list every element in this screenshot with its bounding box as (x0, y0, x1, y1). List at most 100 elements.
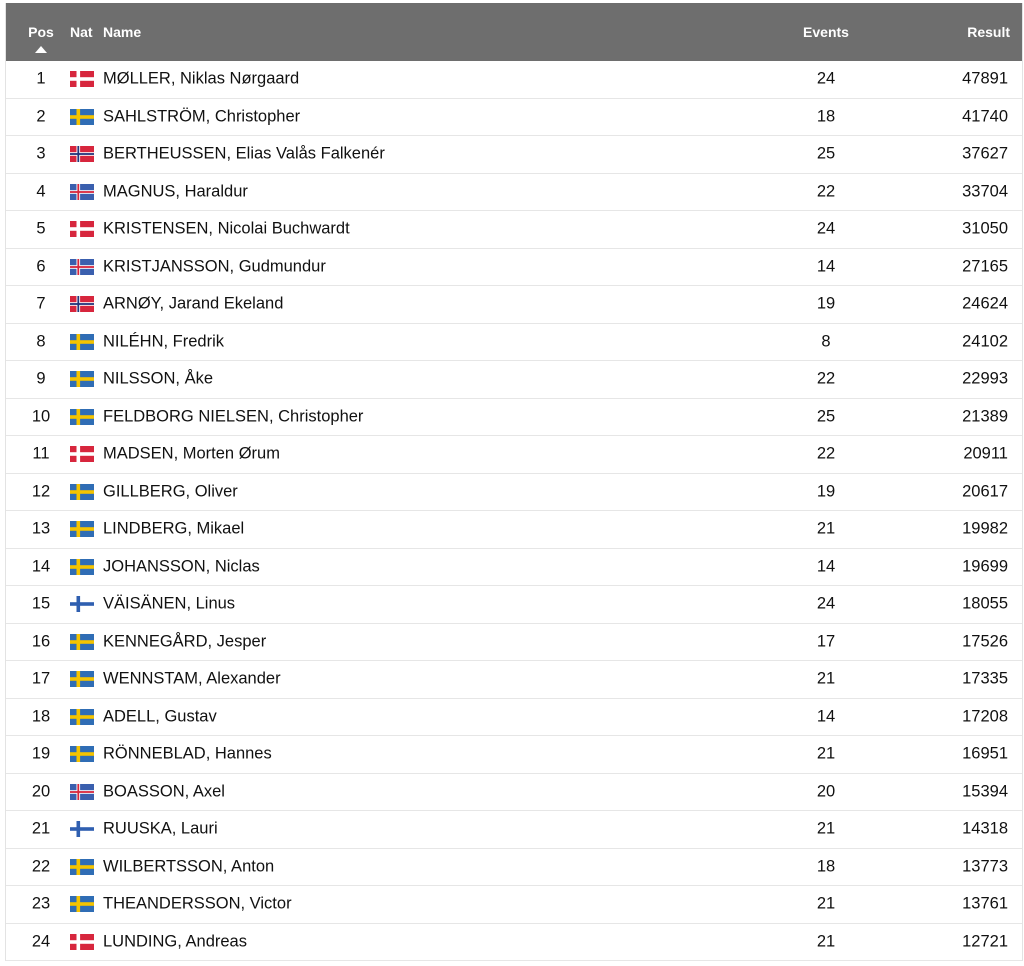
table-row[interactable]: 2 SAHLSTRÖM, Christopher 18 41740 (6, 99, 1022, 136)
events-count: 14 (816, 257, 836, 276)
flag-nor-icon (70, 146, 94, 163)
athlete-name[interactable]: FELDBORG NIELSEN, Christopher (103, 407, 363, 426)
table-row[interactable]: 14 JOHANSSON, Niclas 14 19699 (6, 549, 1022, 586)
events-count: 17 (816, 632, 836, 651)
events-count: 19 (816, 294, 836, 313)
flag-swe-icon (70, 558, 94, 575)
flag-isl-icon (70, 783, 94, 800)
athlete-name[interactable]: NILSSON, Åke (103, 370, 213, 389)
row-position: 8 (36, 332, 46, 351)
result-points: 18055 (962, 594, 1008, 613)
athlete-name[interactable]: KRISTJANSSON, Gudmundur (103, 257, 326, 276)
table-row[interactable]: 11 MADSEN, Morten Ørum 22 20911 (6, 436, 1022, 474)
row-position: 16 (31, 632, 51, 651)
table-row[interactable]: 5 KRISTENSEN, Nicolai Buchwardt 24 31050 (6, 211, 1022, 249)
athlete-name[interactable]: KENNEGÅRD, Jesper (103, 632, 266, 651)
result-points: 13773 (962, 857, 1008, 876)
athlete-name[interactable]: BERTHEUSSEN, Elias Valås Falkenér (103, 145, 385, 164)
athlete-name[interactable]: LUNDING, Andreas (103, 932, 247, 951)
table-row[interactable]: 16 KENNEGÅRD, Jesper 17 17526 (6, 624, 1022, 661)
athlete-name[interactable]: VÄISÄNEN, Linus (103, 595, 235, 614)
table-row[interactable]: 22 WILBERTSSON, Anton 18 13773 (6, 849, 1022, 886)
flag-den-icon (70, 71, 94, 88)
events-count: 8 (821, 332, 831, 351)
athlete-name[interactable]: KRISTENSEN, Nicolai Buchwardt (103, 220, 350, 239)
athlete-name[interactable]: SAHLSTRÖM, Christopher (103, 107, 300, 126)
table-row[interactable]: 13 LINDBERG, Mikael 21 19982 (6, 511, 1022, 549)
row-position: 18 (31, 707, 51, 726)
flag-swe-icon (70, 671, 94, 688)
table-row[interactable]: 8 NILÉHN, Fredrik 8 24102 (6, 324, 1022, 361)
row-position: 15 (31, 594, 51, 613)
table-row[interactable]: 17 WENNSTAM, Alexander 21 17335 (6, 661, 1022, 699)
result-points: 17526 (962, 632, 1008, 651)
row-position: 11 (32, 444, 50, 463)
result-points: 31050 (962, 219, 1008, 238)
athlete-name[interactable]: BOASSON, Axel (103, 782, 225, 801)
flag-swe-icon (70, 408, 94, 425)
athlete-name[interactable]: MØLLER, Niklas Nørgaard (103, 70, 299, 89)
table-row[interactable]: 7 ARNØY, Jarand Ekeland 19 24624 (6, 286, 1022, 324)
table-row[interactable]: 21 RUUSKA, Lauri 21 14318 (6, 811, 1022, 849)
column-header-events[interactable]: Events (786, 24, 866, 40)
result-points: 22993 (962, 369, 1008, 388)
table-row[interactable]: 18 ADELL, Gustav 14 17208 (6, 699, 1022, 736)
events-count: 24 (816, 594, 836, 613)
column-header-nat[interactable]: Nat (70, 24, 93, 40)
athlete-name[interactable]: LINDBERG, Mikael (103, 520, 244, 539)
result-points: 20617 (962, 482, 1008, 501)
result-points: 15394 (962, 782, 1008, 801)
row-position: 10 (31, 407, 51, 426)
row-position: 24 (31, 932, 51, 951)
flag-swe-icon (70, 521, 94, 538)
events-count: 21 (816, 819, 836, 838)
table-row[interactable]: 23 THEANDERSSON, Victor 21 13761 (6, 886, 1022, 924)
table-row[interactable]: 12 GILLBERG, Oliver 19 20617 (6, 474, 1022, 511)
result-points: 37627 (962, 144, 1008, 163)
column-header-pos[interactable]: Pos (26, 24, 56, 40)
result-points: 33704 (962, 182, 1008, 201)
athlete-name[interactable]: WENNSTAM, Alexander (103, 670, 281, 689)
flag-swe-icon (70, 708, 94, 725)
column-header-result[interactable]: Result (967, 24, 1010, 40)
athlete-name[interactable]: NILÉHN, Fredrik (103, 332, 224, 351)
events-count: 20 (816, 782, 836, 801)
column-header-name[interactable]: Name (103, 24, 141, 40)
table-row[interactable]: 4 MAGNUS, Haraldur 22 33704 (6, 174, 1022, 211)
events-count: 21 (816, 932, 836, 951)
athlete-name[interactable]: JOHANSSON, Niclas (103, 557, 260, 576)
athlete-name[interactable]: MADSEN, Morten Ørum (103, 445, 280, 464)
athlete-name[interactable]: ADELL, Gustav (103, 707, 217, 726)
row-position: 4 (36, 182, 46, 201)
flag-isl-icon (70, 183, 94, 200)
table-row[interactable]: 1 MØLLER, Niklas Nørgaard 24 47891 (6, 61, 1022, 99)
table-row[interactable]: 10 FELDBORG NIELSEN, Christopher 25 21389 (6, 399, 1022, 436)
events-count: 24 (816, 219, 836, 238)
table-body: 1 MØLLER, Niklas Nørgaard 24 47891 2 SAHLSTRÖ… (6, 61, 1022, 961)
row-position: 7 (36, 294, 46, 313)
result-points: 21389 (962, 407, 1008, 426)
athlete-name[interactable]: ARNØY, Jarand Ekeland (103, 295, 283, 314)
table-row[interactable]: 20 BOASSON, Axel 20 15394 (6, 774, 1022, 811)
table-row[interactable]: 19 RÖNNEBLAD, Hannes 21 16951 (6, 736, 1022, 774)
athlete-name[interactable]: GILLBERG, Oliver (103, 482, 238, 501)
athlete-name[interactable]: RUUSKA, Lauri (103, 820, 218, 839)
athlete-name[interactable]: WILBERTSSON, Anton (103, 857, 274, 876)
events-count: 19 (816, 482, 836, 501)
events-count: 21 (816, 894, 836, 913)
table-row[interactable]: 24 LUNDING, Andreas 21 12721 (6, 924, 1022, 961)
athlete-name[interactable]: THEANDERSSON, Victor (103, 895, 292, 914)
table-row[interactable]: 3 BERTHEUSSEN, Elias Valås Falkenér 25 3762… (6, 136, 1022, 174)
athlete-name[interactable]: RÖNNEBLAD, Hannes (103, 745, 272, 764)
table-row[interactable]: 6 KRISTJANSSON, Gudmundur 14 27165 (6, 249, 1022, 286)
flag-den-icon (70, 446, 94, 463)
table-row[interactable]: 15 VÄISÄNEN, Linus 24 18055 (6, 586, 1022, 624)
sort-ascending-icon[interactable] (35, 46, 47, 53)
result-points: 16951 (962, 744, 1008, 763)
athlete-name[interactable]: MAGNUS, Haraldur (103, 182, 248, 201)
row-position: 9 (36, 369, 46, 388)
events-count: 21 (816, 519, 836, 538)
row-position: 6 (36, 257, 46, 276)
flag-isl-icon (70, 258, 94, 275)
table-row[interactable]: 9 NILSSON, Åke 22 22993 (6, 361, 1022, 399)
